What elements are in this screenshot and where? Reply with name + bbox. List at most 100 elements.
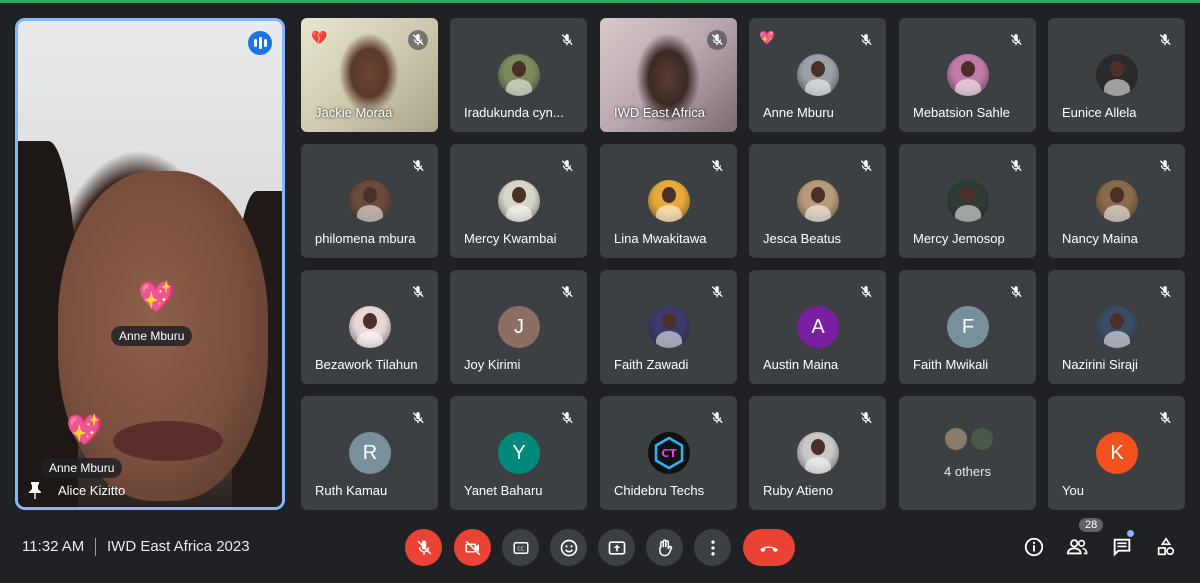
mic-off-icon [707, 282, 727, 302]
participant-name: Ruby Atieno [763, 483, 834, 498]
reactions-button[interactable] [550, 529, 587, 566]
participant-name: Anne Mburu [763, 105, 834, 120]
avatar [1096, 54, 1138, 96]
mic-off-icon [856, 282, 876, 302]
people-count-badge: 28 [1079, 518, 1104, 532]
participant-tile[interactable]: IWD East Africa [600, 18, 737, 132]
mic-off-icon [1155, 156, 1175, 176]
clock-time: 11:32 AM [22, 538, 85, 555]
participant-tile[interactable]: Nancy Maina [1048, 144, 1185, 258]
mic-off-icon [1006, 30, 1026, 50]
others-tile[interactable]: 4 others [899, 396, 1036, 510]
raise-hand-button[interactable] [646, 529, 683, 566]
heart-reaction-icon: 💔 [311, 30, 328, 45]
activities-icon [1157, 537, 1175, 556]
avatar [947, 180, 989, 222]
participant-name: Bezawork Tilahun [315, 357, 418, 372]
participant-name: Iradukunda cyn... [464, 105, 564, 120]
participant-tile[interactable]: Mercy Kwambai [450, 144, 587, 258]
participant-tile[interactable]: Jesca Beatus [749, 144, 886, 258]
participant-grid: 💔 Jackie Moraa Iradukunda cyn... IWD East A… [301, 18, 1186, 510]
participant-tile[interactable]: CT Chidebru Techs [600, 396, 737, 510]
mic-off-icon [557, 30, 577, 50]
participant-name: Mebatsion Sahle [913, 105, 1010, 120]
sparkling-heart-reaction-icon: 💖 [138, 281, 176, 314]
participant-tile[interactable]: Lina Mwakitawa [600, 144, 737, 258]
avatar: A [797, 306, 839, 348]
leave-call-button[interactable] [743, 529, 795, 566]
mic-off-icon [416, 540, 431, 555]
avatar: K [1096, 432, 1138, 474]
featured-speaker-tile[interactable]: 💖 Anne Mburu 💖 Anne Mburu Alice Kizitto [15, 18, 285, 510]
more-options-button[interactable] [694, 529, 731, 566]
meeting-details-button[interactable] [1021, 534, 1047, 560]
avatar [349, 180, 391, 222]
mic-off-icon [557, 408, 577, 428]
activities-button[interactable] [1153, 534, 1179, 560]
participant-tile[interactable]: Y Yanet Baharu [450, 396, 587, 510]
avatar [1096, 306, 1138, 348]
mic-off-icon [557, 282, 577, 302]
camera-toggle-button[interactable] [454, 529, 491, 566]
videocam-off-icon [465, 540, 480, 555]
participant-tile[interactable]: Iradukunda cyn... [450, 18, 587, 132]
mic-off-icon [707, 30, 727, 50]
participant-tile[interactable]: Mercy Jemosop [899, 144, 1036, 258]
participant-tile[interactable]: F Faith Mwikali [899, 270, 1036, 384]
mic-off-icon [408, 30, 428, 50]
participant-tile[interactable]: Nazirini Siraji [1048, 270, 1185, 384]
sparkling-heart-reaction-icon: 💖 [66, 414, 104, 447]
participant-tile[interactable]: J Joy Kirimi [450, 270, 587, 384]
info-icon [1024, 537, 1044, 557]
avatar [797, 432, 839, 474]
people-button[interactable] [1064, 534, 1090, 560]
participant-name: You [1062, 483, 1084, 498]
participant-name: Nancy Maina [1062, 231, 1138, 246]
emoji-icon [560, 539, 577, 556]
avatar [947, 54, 989, 96]
mic-off-icon [707, 156, 727, 176]
divider [95, 538, 96, 556]
others-avatars [943, 426, 995, 452]
participant-tile[interactable]: Mebatsion Sahle [899, 18, 1036, 132]
mic-off-icon [408, 156, 428, 176]
present-screen-button[interactable] [598, 529, 635, 566]
avatar [797, 180, 839, 222]
participant-name: Faith Zawadi [614, 357, 689, 372]
mic-off-icon [408, 282, 428, 302]
avatar [797, 54, 839, 96]
participant-name: Eunice Allela [1062, 105, 1137, 120]
mic-off-icon [856, 30, 876, 50]
participant-tile[interactable]: K You [1048, 396, 1185, 510]
meeting-title: IWD East Africa 2023 [107, 538, 250, 555]
participant-tile[interactable]: Faith Zawadi [600, 270, 737, 384]
chat-button[interactable] [1109, 534, 1135, 560]
participant-name: Nazirini Siraji [1062, 357, 1138, 372]
chat-icon [1113, 538, 1131, 557]
participant-tile[interactable]: 💖 Anne Mburu [749, 18, 886, 132]
people-icon [1066, 539, 1088, 555]
pin-icon[interactable] [28, 481, 42, 499]
participant-tile[interactable]: A Austin Maina [749, 270, 886, 384]
participant-name: Lina Mwakitawa [614, 231, 707, 246]
mic-off-icon [1006, 156, 1026, 176]
avatar: CT [648, 432, 690, 474]
participant-tile[interactable]: philomena mbura [301, 144, 438, 258]
featured-participant-name: Alice Kizitto [58, 483, 126, 498]
mic-toggle-button[interactable] [405, 529, 442, 566]
svg-text:CC: CC [517, 546, 525, 552]
reaction-sender-label: Anne Mburu [111, 326, 193, 346]
avatar: J [498, 306, 540, 348]
heart-reaction-icon: 💖 [759, 30, 776, 45]
present-screen-icon [608, 540, 625, 555]
participant-tile[interactable]: Ruby Atieno [749, 396, 886, 510]
captions-button[interactable]: CC [502, 529, 539, 566]
participant-tile[interactable]: R Ruth Kamau [301, 396, 438, 510]
participant-name: Faith Mwikali [913, 357, 989, 372]
avatar: R [349, 432, 391, 474]
participant-tile[interactable]: 💔 Jackie Moraa [301, 18, 438, 132]
call-end-icon [760, 546, 778, 552]
participant-tile[interactable]: Eunice Allela [1048, 18, 1185, 132]
mic-off-icon [408, 408, 428, 428]
participant-tile[interactable]: Bezawork Tilahun [301, 270, 438, 384]
